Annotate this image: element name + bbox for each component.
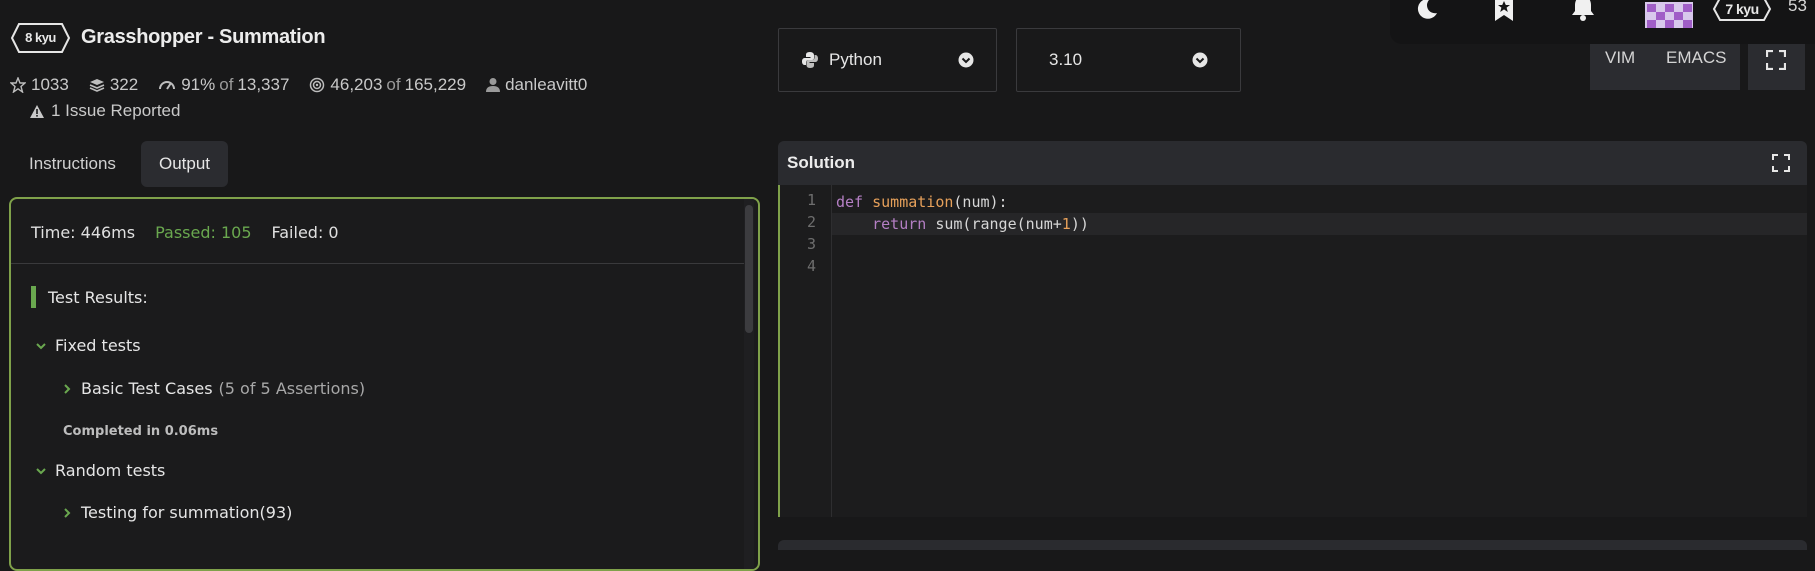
- avatar[interactable]: [1645, 2, 1693, 28]
- chevron-down-icon: [1192, 52, 1208, 68]
- author-name[interactable]: danleavitt0: [505, 75, 587, 95]
- test-case-label: Testing for summation(93): [81, 503, 293, 522]
- bottom-panel-header: [778, 540, 1807, 550]
- user-rank-label: 7 kyu: [1725, 1, 1759, 17]
- test-group-label: Random tests: [55, 461, 166, 480]
- solution-title: Solution: [787, 153, 855, 172]
- target-icon: [310, 77, 325, 93]
- bookmark-icon[interactable]: [1493, 0, 1515, 22]
- issues-link[interactable]: 1 Issue Reported: [29, 101, 180, 121]
- output-panel: Time: 446ms Passed: 105 Failed: 0 Test R…: [9, 197, 760, 571]
- test-group-fixed[interactable]: Fixed tests: [35, 336, 141, 355]
- stars-count: 1033: [31, 75, 69, 94]
- assertion-count: (5 of 5 Assertions): [218, 379, 366, 398]
- results-accent-bar: [31, 286, 36, 308]
- code-line[interactable]: return sum(range(num+1)): [836, 213, 1089, 235]
- expand-icon[interactable]: [1772, 154, 1790, 172]
- chevron-down-icon: [36, 342, 46, 349]
- language-select[interactable]: Python: [778, 28, 997, 92]
- tab-output[interactable]: Output: [141, 141, 229, 187]
- test-group-random[interactable]: Random tests: [35, 461, 165, 480]
- line-number-gutter: 1 2 3 4: [780, 185, 832, 517]
- issues-label: 1 Issue Reported: [51, 101, 181, 120]
- code-token-params: (num):: [953, 193, 1008, 211]
- code-token-number: 1: [1061, 215, 1071, 233]
- language-value: Python: [829, 50, 882, 69]
- completed-count: 46,203: [330, 75, 383, 94]
- test-case-basic[interactable]: Basic Test Cases (5 of 5 Assertions): [61, 379, 365, 398]
- completed-time: Completed in 0.06ms: [63, 424, 219, 439]
- completion-stat: 46,203 of 165,229: [309, 75, 466, 95]
- collections-stat[interactable]: 322: [89, 75, 138, 95]
- line-number: 1: [806, 191, 816, 209]
- python-icon: [802, 52, 818, 68]
- kata-title: Grasshopper - Summation: [81, 26, 326, 48]
- user-rank-badge[interactable]: 7 kyu: [1712, 0, 1772, 22]
- tab-instructions[interactable]: Instructions: [11, 141, 134, 187]
- user-icon: [486, 78, 501, 92]
- line-number: 4: [806, 257, 816, 275]
- collections-count: 322: [109, 75, 139, 94]
- star-icon: [10, 77, 26, 93]
- collection-icon: [89, 79, 105, 92]
- divider: [11, 263, 746, 264]
- code-token-close: )): [1070, 215, 1089, 233]
- honor-count: 53: [1788, 0, 1807, 15]
- failed-label: Failed: 0: [271, 223, 339, 242]
- test-case-label: Basic Test Cases: [81, 379, 213, 398]
- of-label: of: [219, 75, 234, 94]
- scrollbar-thumb[interactable]: [745, 205, 753, 333]
- fullscreen-button[interactable]: [1748, 44, 1805, 90]
- time-label: Time: 446ms: [31, 223, 136, 242]
- moon-icon[interactable]: [1416, 0, 1438, 20]
- kata-stats: 1033 322 91% of 13,337 46,203 of 165,229…: [10, 74, 607, 96]
- chevron-right-icon: [64, 383, 71, 394]
- chevron-right-icon: [64, 507, 71, 518]
- fullscreen-icon: [1766, 50, 1786, 70]
- vim-mode-button[interactable]: VIM: [1605, 48, 1635, 68]
- warning-icon: [30, 104, 44, 118]
- code-token-keyword: def: [836, 193, 864, 211]
- code-token-expr: sum(range(num+: [926, 215, 1062, 233]
- test-summary: Time: 446ms Passed: 105 Failed: 0: [31, 223, 359, 242]
- bell-icon[interactable]: [1570, 0, 1596, 22]
- line-number: 3: [806, 235, 816, 253]
- code-token-function: summation: [872, 193, 954, 211]
- version-value: 3.10: [1049, 50, 1083, 69]
- attempted-count: 165,229: [404, 75, 467, 94]
- satisfaction-icon: [159, 81, 176, 90]
- emacs-mode-button[interactable]: EMACS: [1666, 48, 1726, 68]
- code-line[interactable]: def summation(num):: [836, 191, 1008, 213]
- code-token-keyword: return: [872, 215, 927, 233]
- test-group-label: Fixed tests: [55, 336, 141, 355]
- of-label: of: [386, 75, 401, 94]
- test-case-random[interactable]: Testing for summation(93): [61, 503, 292, 522]
- satisfaction-pct: 91%: [181, 75, 216, 94]
- stars-stat[interactable]: 1033: [10, 75, 69, 95]
- chevron-down-icon: [958, 52, 974, 68]
- passed-label: Passed: 105: [155, 223, 252, 242]
- version-select[interactable]: 3.10: [1016, 28, 1241, 92]
- test-results-heading: Test Results:: [31, 286, 148, 308]
- author-stat[interactable]: danleavitt0: [486, 75, 587, 95]
- satisfaction-votes: 13,337: [237, 75, 290, 94]
- solution-header: [778, 141, 1807, 185]
- output-scrollbar[interactable]: [744, 199, 754, 569]
- satisfaction-stat: 91% of 13,337: [158, 75, 289, 95]
- chevron-down-icon: [36, 467, 46, 474]
- kata-rank-badge: 8 kyu: [10, 22, 71, 54]
- results-heading-label: Test Results:: [48, 287, 148, 307]
- line-number: 2: [806, 213, 816, 231]
- code-editor[interactable]: 1 2 3 4 def summation(num): return sum(r…: [778, 185, 1807, 517]
- kata-rank-label: 8 kyu: [25, 30, 56, 45]
